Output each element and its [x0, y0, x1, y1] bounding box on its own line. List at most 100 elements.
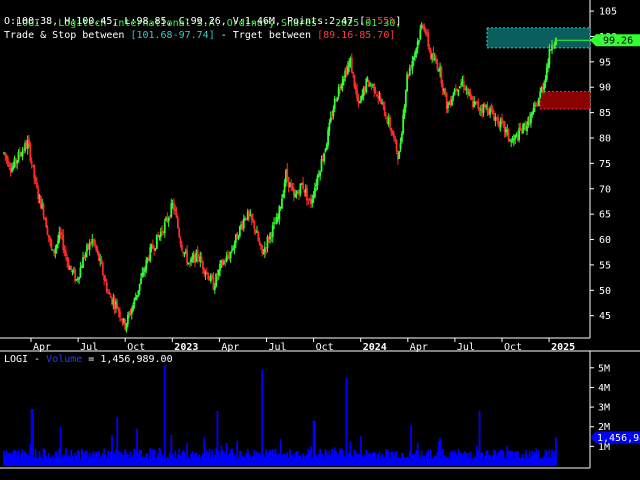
- candle-body: [217, 269, 220, 276]
- candle-body: [317, 175, 320, 177]
- candle-body: [5, 155, 8, 160]
- candle-body: [323, 153, 326, 162]
- candle-body: [530, 114, 532, 124]
- candle-body: [4, 152, 7, 156]
- candle-body: [399, 143, 402, 150]
- x-tick-label: Oct: [316, 342, 334, 353]
- candle-body: [549, 49, 552, 51]
- candle-body: [283, 183, 286, 193]
- target-zone: [539, 90, 591, 110]
- zones-line: Trade & Stop between [101.68-97.74] - Tr…: [4, 28, 395, 44]
- candle-body: [90, 243, 92, 245]
- pct-change: 2.55%: [365, 16, 396, 27]
- candle-body: [140, 277, 142, 284]
- candle-body: [145, 260, 148, 270]
- volume-bar: [163, 365, 166, 466]
- candle-body: [63, 249, 66, 252]
- trade-prefix: Trade & Stop between: [4, 30, 131, 41]
- x-tick-label: Jul: [269, 342, 287, 353]
- candle-body: [311, 199, 314, 204]
- candle-body: [332, 109, 335, 117]
- candle-body: [545, 67, 548, 80]
- candle-body: [403, 106, 406, 117]
- candle-body: [170, 203, 173, 217]
- last-volume-label: 1,456,989: [597, 433, 640, 444]
- candle-body: [108, 292, 111, 295]
- candle-body: [357, 98, 360, 102]
- candle-body: [382, 101, 385, 106]
- candle-body: [66, 257, 69, 262]
- candle-body: [319, 171, 322, 176]
- candle-body: [551, 45, 553, 50]
- candle-body: [458, 86, 461, 89]
- candle-body: [151, 244, 154, 249]
- volume-tick-label: 3M: [598, 403, 610, 414]
- ohlc-values: O:100.38, H:100.45, L:98.85, C:99.26, V:…: [4, 16, 360, 27]
- candle-body: [394, 138, 397, 140]
- candle-body: [213, 286, 216, 291]
- candle-body: [306, 187, 308, 201]
- x-tick-label: 2024: [363, 342, 387, 353]
- candle-body: [477, 102, 480, 109]
- candle-body: [57, 240, 59, 245]
- candle-body: [366, 78, 369, 80]
- candle-body: [186, 250, 189, 264]
- candle-body: [375, 94, 378, 96]
- candle-body: [42, 203, 45, 217]
- volume-bar: [555, 437, 557, 466]
- candle-body: [415, 48, 418, 54]
- candle-body: [200, 256, 203, 263]
- candle-body: [33, 164, 36, 179]
- candle-body: [462, 80, 465, 88]
- candle-body: [167, 218, 170, 222]
- candle-body: [174, 208, 177, 212]
- candle-body: [398, 151, 401, 159]
- candle-body: [378, 96, 381, 98]
- price-y-axis: 4550556065707580859095100105: [590, 7, 617, 322]
- candle-body: [180, 245, 183, 251]
- trade-zone: [486, 27, 591, 49]
- candles-layer: [3, 22, 557, 333]
- volume-bar: [345, 377, 348, 466]
- candle-body: [340, 86, 343, 89]
- candle-body: [116, 303, 119, 309]
- candle-body: [395, 139, 398, 152]
- candle-body: [257, 231, 260, 241]
- candle-body: [258, 240, 261, 245]
- candle-body: [51, 249, 54, 251]
- candle-body: [275, 216, 278, 225]
- x-tick-label: Apr: [410, 342, 428, 353]
- target-mid: - Trget between: [214, 30, 318, 41]
- stock-chart: 4550556065707580859095100105 Apr Jul Oct 20…: [0, 0, 640, 469]
- volume-value: = 1,456,989.00: [82, 354, 173, 365]
- candle-body: [229, 251, 232, 259]
- candle-body: [532, 107, 535, 113]
- candle-body: [408, 68, 411, 76]
- candle-body: [252, 219, 254, 221]
- candle-body: [299, 183, 302, 194]
- y-tick-label: 50: [599, 286, 611, 297]
- candle-body: [78, 277, 80, 280]
- candle-body: [84, 252, 87, 258]
- candle-body: [444, 88, 447, 94]
- candle-body: [175, 212, 178, 218]
- candle-body: [341, 80, 344, 87]
- candle-body: [36, 182, 38, 188]
- candle-body: [126, 314, 129, 325]
- candle-body: [427, 32, 430, 47]
- candle-body: [436, 62, 439, 70]
- candle-body: [416, 41, 419, 49]
- candle-body: [271, 225, 274, 238]
- candle-body: [374, 90, 377, 94]
- candle-body: [137, 290, 140, 295]
- candle-body: [352, 71, 355, 74]
- candle-body: [354, 85, 357, 90]
- volume-tick-label: 5M: [598, 363, 610, 374]
- candle-body: [473, 101, 476, 107]
- volume-label: Volume: [46, 354, 83, 365]
- candle-body: [314, 187, 316, 197]
- candle-body: [428, 47, 431, 51]
- candle-body: [28, 139, 30, 144]
- candle-body: [537, 98, 540, 107]
- candle-body: [302, 182, 304, 189]
